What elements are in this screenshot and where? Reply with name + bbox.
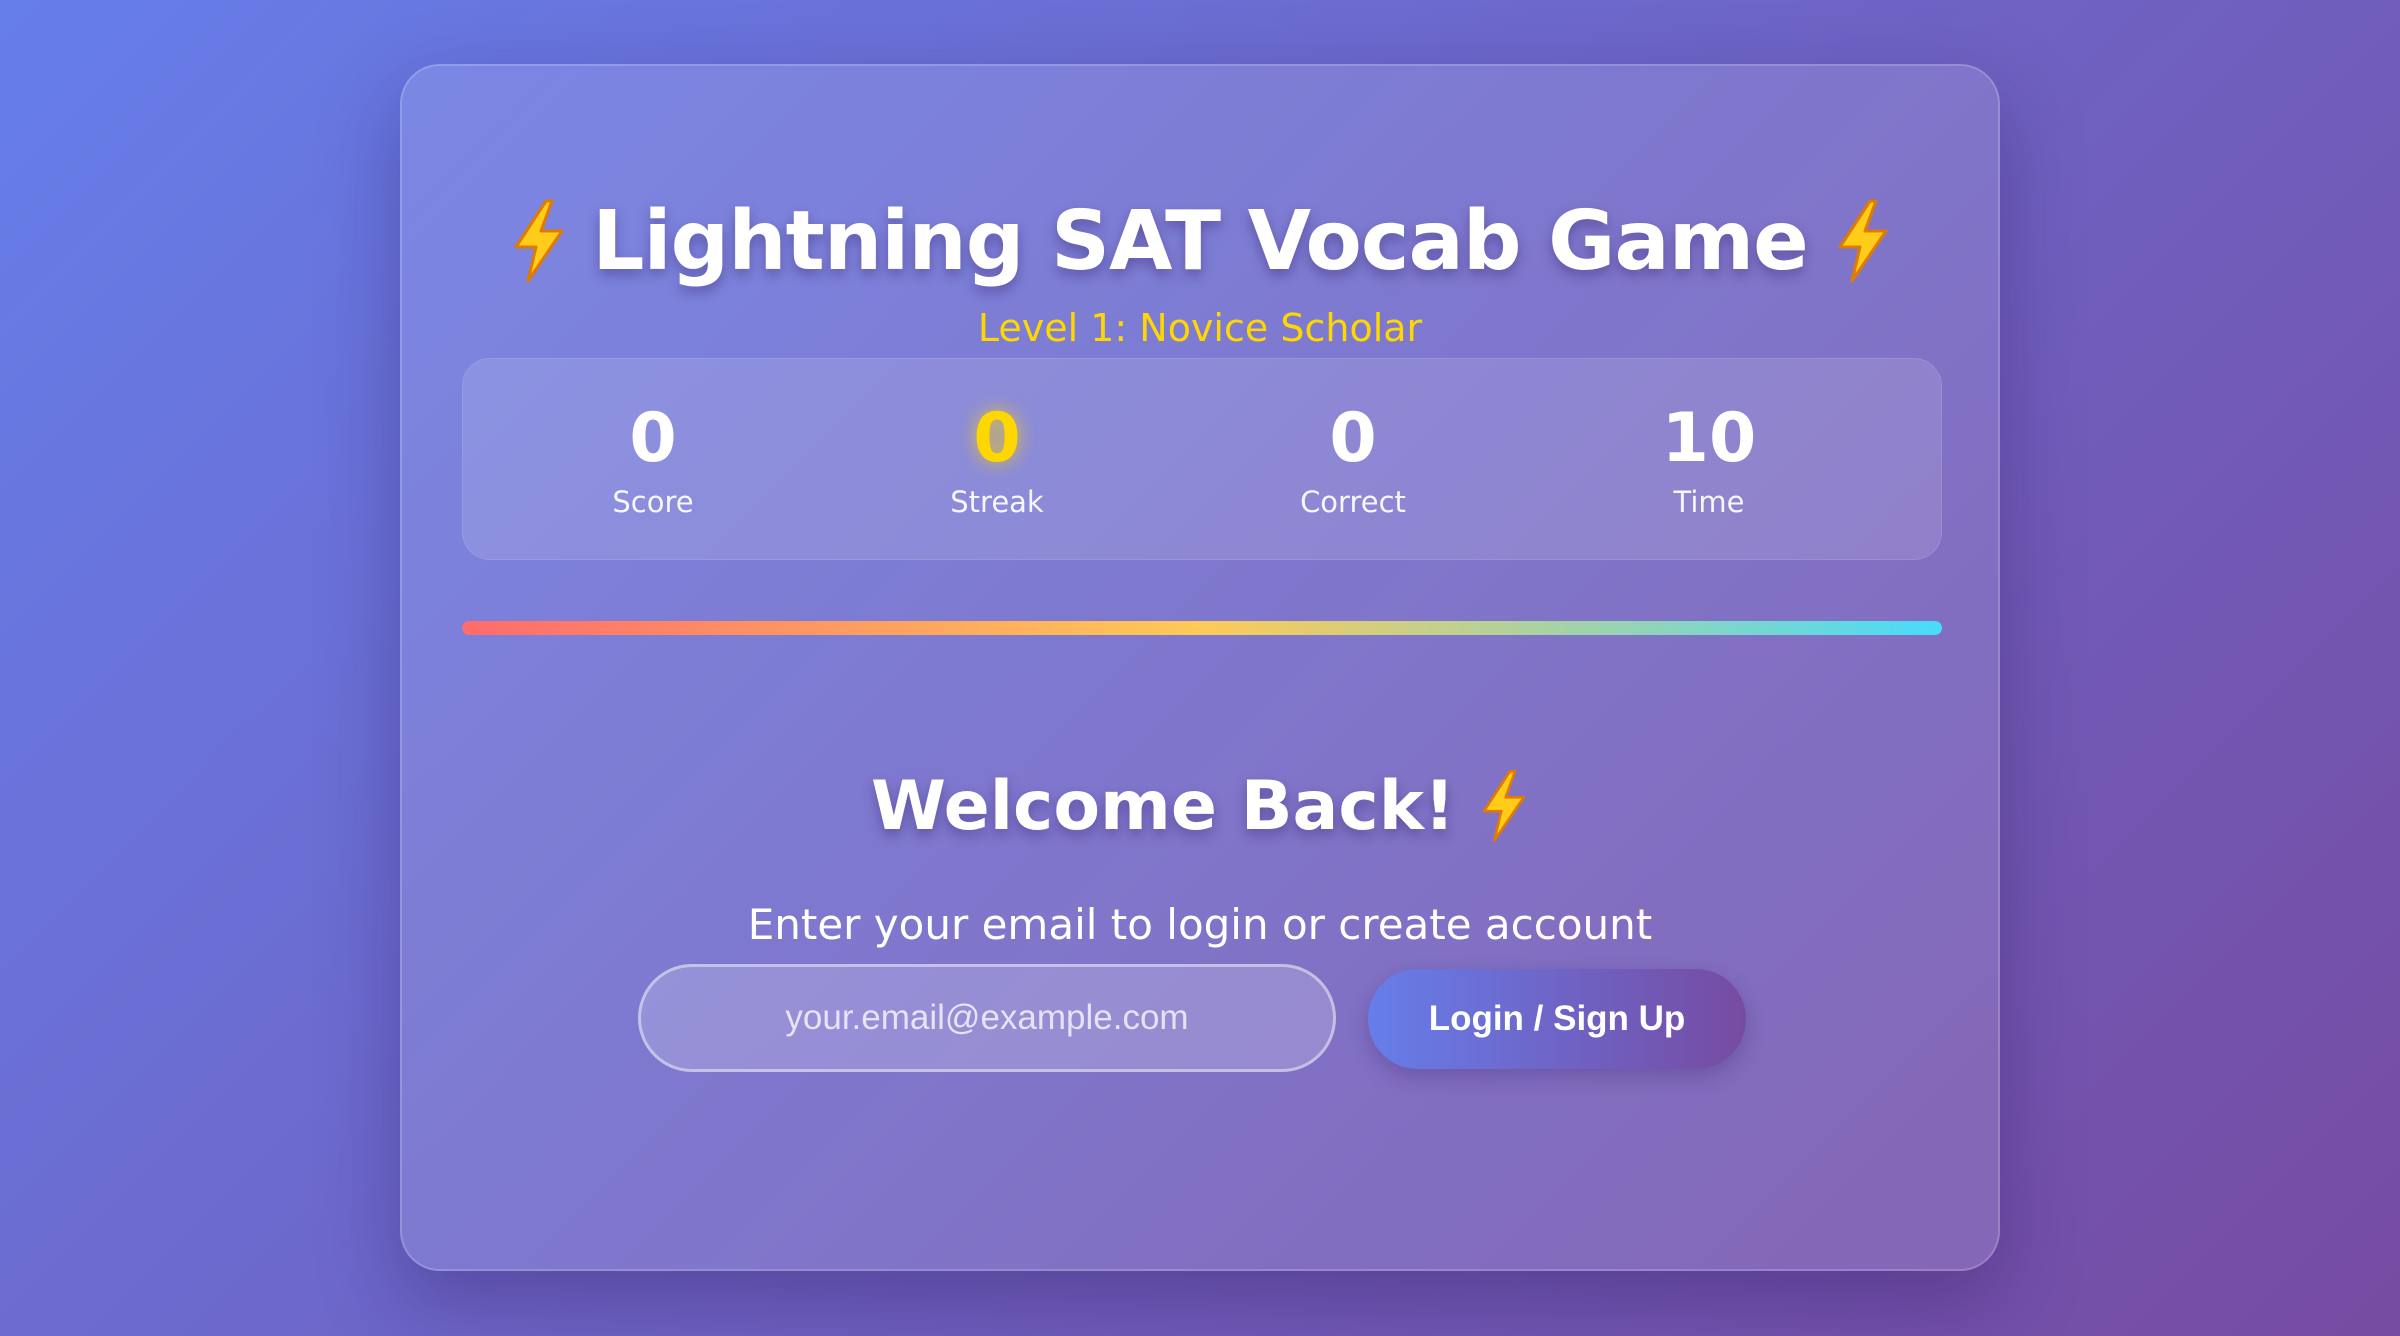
login-signup-button[interactable]: Login / Sign Up [1368,969,1746,1069]
streak-label: Streak [950,485,1044,519]
stat-correct: 0 Correct [1203,359,1503,561]
stats-panel: 0 Score 0 Streak 0 Correct 10 Time [462,358,1942,560]
timer-progress-bar [462,621,1942,635]
stat-streak: 0 Streak [847,359,1147,561]
welcome-row: Welcome Back! [402,756,1998,856]
page-title: Lightning SAT Vocab Game [592,193,1809,289]
login-subtitle: Enter your email to login or create acco… [747,900,1653,949]
lightning-bolt-icon [1482,770,1526,842]
title-row: Lightning SAT Vocab Game [402,176,1998,306]
timer-progress-fill [462,621,1942,635]
level-label: Level 1: Novice Scholar [977,306,1423,350]
score-value: 0 [629,399,677,478]
game-card: Lightning SAT Vocab Game Level 1: Novice… [400,64,2000,1271]
correct-label: Correct [1300,485,1406,519]
stat-time: 10 Time [1559,359,1859,561]
email-input[interactable] [638,964,1336,1072]
time-value: 10 [1661,399,1757,478]
lightning-bolt-icon [514,199,564,283]
streak-value: 0 [973,399,1021,478]
correct-value: 0 [1329,399,1377,478]
score-label: Score [612,485,694,519]
stat-score: 0 Score [503,359,803,561]
welcome-heading: Welcome Back! [871,766,1455,846]
lightning-bolt-icon [1838,199,1888,283]
time-label: Time [1673,485,1745,519]
